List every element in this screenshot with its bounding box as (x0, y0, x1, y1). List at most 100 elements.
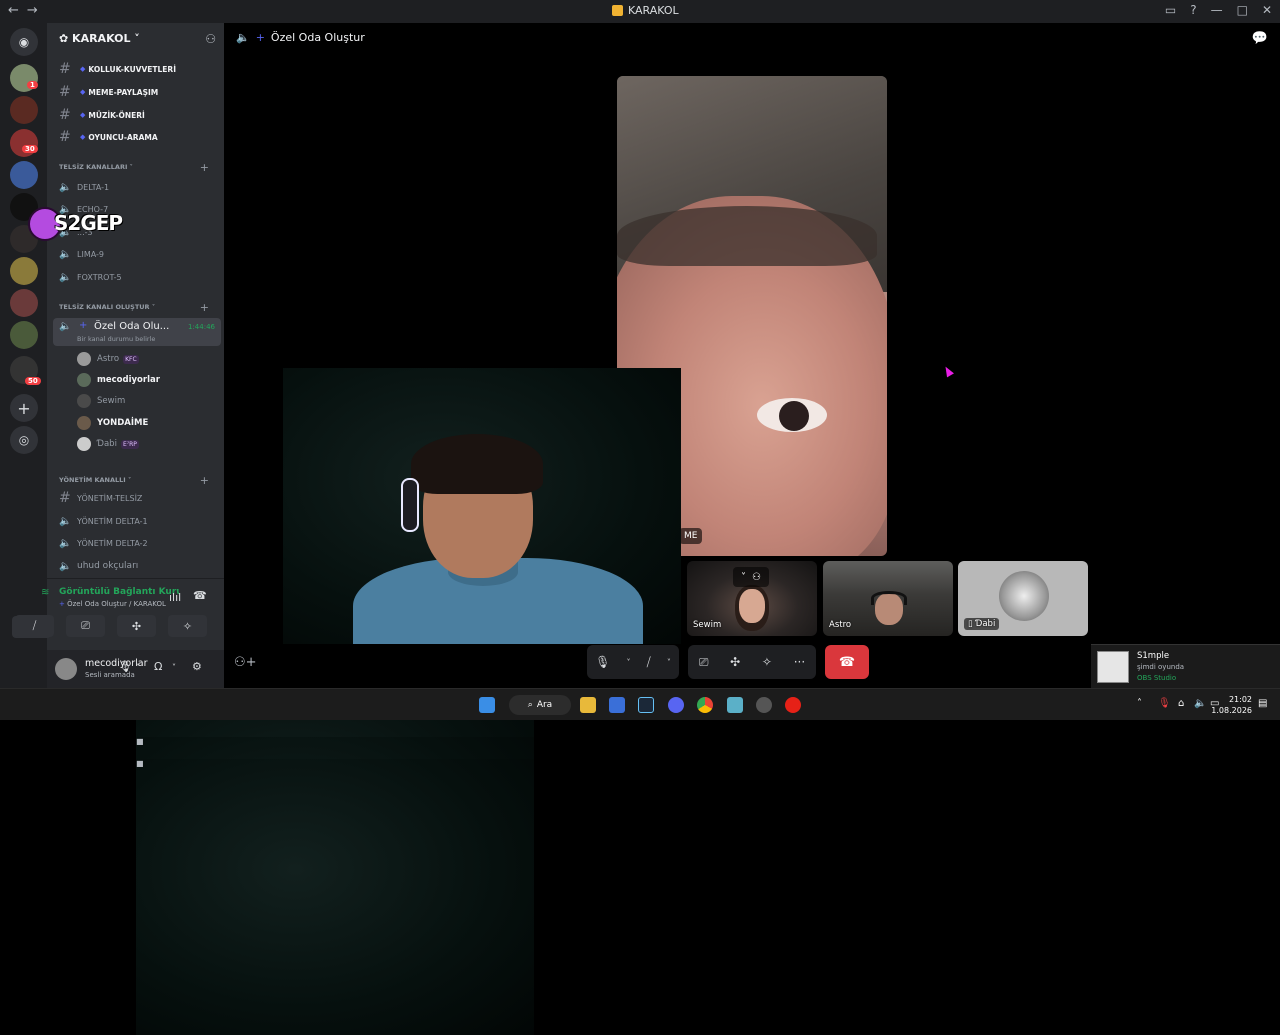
activity-notification[interactable]: S1mple şimdi oyunda OBS Studio (1091, 644, 1280, 688)
screen-share-icon[interactable]: ⎚ (699, 655, 709, 670)
voice-channel[interactable]: 🔈 FOXTROT-5 (59, 268, 219, 286)
voice-member[interactable]: YONDAİME ■ (77, 414, 534, 1035)
group-icon[interactable]: ⚇ (752, 572, 761, 583)
active-voice-channel[interactable]: 🔈 + Özel Oda Olu... 1:44:46 Bir kanal du… (53, 318, 221, 346)
text-channel[interactable]: # ◆ KOLLUK-KUVVETLERİ (59, 60, 219, 78)
activities-icon[interactable]: ✣ (730, 655, 740, 669)
maximize-button[interactable]: □ (1237, 3, 1248, 17)
chevron-down-icon[interactable]: ˅ (741, 572, 746, 583)
voice-channel[interactable]: 🔈 LIMA-9 (59, 245, 219, 263)
avatar[interactable] (55, 658, 77, 680)
mic-icon[interactable]: 🎙 (595, 655, 610, 669)
activities-button[interactable]: ✣ (117, 615, 156, 637)
channel-status-text[interactable]: Bir kanal durumu belirle (77, 335, 155, 343)
add-channel-icon[interactable]: + (200, 161, 209, 174)
gear-icon[interactable]: ⚙ (192, 660, 202, 673)
headphones-icon[interactable]: Ω (154, 660, 162, 673)
text-channel[interactable]: # ◆ MEME-PAYLAŞIM (59, 83, 219, 101)
add-user-icon[interactable]: ⚇+ (234, 655, 257, 670)
network-icon[interactable]: ⌂ (1178, 698, 1184, 709)
clock-time: 21:02 (1228, 695, 1252, 704)
close-button[interactable]: ✕ (1262, 3, 1272, 17)
connection-location[interactable]: + Özel Oda Oluştur / KARAKOL (59, 600, 166, 608)
add-member-icon[interactable]: ⚇ (205, 32, 216, 46)
voice-member[interactable]: Sewim ■ (77, 392, 534, 1013)
voice-member[interactable]: mecodiyorlar (77, 371, 217, 389)
soundboard-icon[interactable]: ✧ (762, 655, 772, 669)
chevron-up-icon[interactable]: ˄ (1137, 698, 1142, 709)
search-button[interactable]: ⌕ Ara (509, 695, 571, 715)
clock[interactable]: 21:02 1.08.2026 (1211, 694, 1252, 716)
server-name[interactable]: ✿ KARAKOL ˅ (59, 32, 140, 45)
discord-home-icon[interactable]: ◉ (10, 28, 38, 56)
server-icon[interactable] (10, 321, 38, 349)
explore-icon[interactable]: ◎ (10, 426, 38, 454)
server-icon[interactable] (10, 289, 38, 317)
plus-icon: + (79, 320, 88, 331)
avatar (999, 571, 1049, 621)
window-title-text: KARAKOL (628, 4, 679, 17)
chat-icon[interactable]: 💬 (1252, 31, 1268, 46)
chevron-down-icon[interactable]: ˅ (136, 663, 140, 672)
disconnect-icon[interactable]: ☎ (193, 589, 207, 602)
tile-name: ▯ Ɗabi (964, 618, 1000, 630)
chevron-down-icon[interactable]: ˅ (172, 663, 176, 672)
app-icon[interactable] (727, 697, 743, 713)
file-explorer-icon[interactable] (580, 697, 596, 713)
screen-share-button[interactable]: ⎚ (66, 615, 105, 637)
voice-member[interactable]: Ɗabi E⁷RP (77, 435, 217, 453)
video-tile[interactable]: Astro (823, 561, 953, 636)
video-tile[interactable]: ˅ ⚇ Sewim (687, 561, 817, 636)
voice-channel[interactable]: 🔈 uhud okçuları (59, 557, 219, 575)
camera-off-icon[interactable]: ⧸ (647, 655, 651, 670)
add-channel-icon[interactable]: + (200, 474, 209, 487)
obs-icon[interactable] (756, 697, 772, 713)
voice-member[interactable]: AstroKFC■ (77, 350, 534, 971)
store-icon[interactable] (609, 697, 625, 713)
server-icon[interactable] (10, 161, 38, 189)
discord-icon[interactable] (668, 697, 684, 713)
chevron-down-icon[interactable]: ˅ (626, 658, 630, 667)
text-channel[interactable]: # YÖNETİM-TELSİZ (59, 489, 219, 507)
windows-start-icon[interactable] (479, 697, 495, 713)
text-channel[interactable]: # ◆ MÜZİK-ÖNERİ (59, 106, 219, 124)
category-yonetim[interactable]: YÖNETİM KANALLI ˅ + (59, 474, 209, 487)
video-tile[interactable]: ▯ Ɗabi (958, 561, 1088, 636)
tile-controls[interactable]: ˅ ⚇ (733, 567, 769, 587)
voice-channel[interactable]: 🔈 YÖNETİM DELTA-2 (59, 534, 219, 552)
channel-label: FOXTROT-5 (77, 272, 122, 282)
back-arrow-icon[interactable]: ← (8, 3, 27, 18)
minimize-button[interactable]: — (1211, 3, 1223, 17)
connection-status: Görüntülü Bağlantı Kuruldu (59, 587, 179, 597)
help-icon[interactable]: ? (1190, 3, 1196, 17)
connection-location-text[interactable]: Özel Oda Oluştur / KARAKOL (67, 600, 166, 608)
headset-icon (871, 591, 907, 605)
add-channel-icon[interactable]: + (200, 301, 209, 314)
notification-icon[interactable]: ▤ (1258, 698, 1267, 709)
camera-off-button[interactable]: ⧸ (15, 615, 54, 637)
chevron-down-icon[interactable]: ˅ (667, 658, 671, 667)
server-icon[interactable] (10, 96, 38, 124)
text-channel[interactable]: # ◆ OYUNCU-ARAMA (59, 128, 219, 146)
category-olustur[interactable]: TELSİZ KANALI OLUŞTUR ˅ + (59, 301, 209, 314)
voice-channel[interactable]: 🔈 DELTA-1 (59, 178, 219, 196)
voice-channel[interactable]: 🔈 YÖNETİM DELTA-1 (59, 512, 219, 530)
add-server-icon[interactable]: + (10, 394, 38, 422)
volume-icon[interactable]: 🔈 (1194, 698, 1206, 709)
disconnect-button[interactable]: ☎ (825, 645, 869, 679)
chrome-icon[interactable] (697, 697, 713, 713)
inbox-icon[interactable]: ▭ (1165, 3, 1176, 17)
server-icon[interactable] (10, 257, 38, 285)
youtube-icon[interactable] (785, 697, 801, 713)
nav-arrows[interactable]: ←→ (8, 3, 46, 18)
signal-icon[interactable]: ≋ (41, 587, 49, 598)
more-icon[interactable]: ··· (794, 655, 805, 669)
soundboard-button[interactable]: ✧ (168, 615, 207, 637)
server-name-text[interactable]: KARAKOL ˅ (72, 32, 140, 45)
mic-icon[interactable]: 🎙 (1158, 698, 1171, 709)
steam-icon[interactable] (638, 697, 654, 713)
forward-arrow-icon[interactable]: → (27, 3, 46, 18)
category-telsiz[interactable]: TELSİZ KANALLARI ˅ + (59, 161, 209, 174)
mic-icon[interactable]: 🎙 (118, 660, 132, 673)
noise-suppression-icon[interactable]: ılıl (169, 591, 181, 604)
